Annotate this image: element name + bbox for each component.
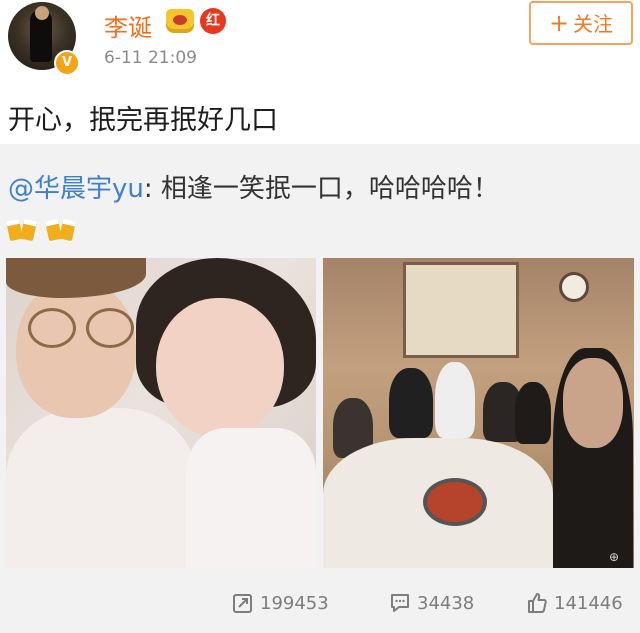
like-count: 141446 <box>554 592 623 614</box>
red-badge-icon: 红 <box>200 8 226 34</box>
diner <box>515 382 551 444</box>
thumbs-up-icon <box>528 593 547 613</box>
glasses-right-lens <box>86 308 134 348</box>
comment-count: 34438 <box>417 592 475 614</box>
beer-cheers-icon <box>6 212 38 242</box>
repost-text: @华晨宇yu: 相逢一笑抿一口，哈哈哈哈！ <box>8 168 499 205</box>
repost-body: : 相逢一笑抿一口，哈哈哈哈！ <box>143 174 499 204</box>
photo-man-face <box>563 358 623 448</box>
repost-button[interactable]: 199453 <box>232 592 329 614</box>
verified-icon: V <box>54 50 80 76</box>
comment-icon <box>391 594 409 612</box>
emoji-row <box>6 212 79 246</box>
weibo-watermark-icon: ⊕ <box>609 550 620 564</box>
photo-wall-painting <box>403 262 519 358</box>
repost-card[interactable]: @华晨宇yu: 相逢一笑抿一口，哈哈哈哈！ ⊕ 199453 34438 141… <box>0 144 640 633</box>
photo-hair-left <box>6 258 146 298</box>
like-button[interactable]: 141446 <box>526 592 623 614</box>
post-text: 开心，抿完再抿好几口 <box>8 105 278 136</box>
action-bar: 199453 34438 141446 <box>0 588 640 624</box>
selfie-photo[interactable] <box>6 258 316 568</box>
avatar-head <box>35 6 49 20</box>
follow-button[interactable]: + 关注 <box>529 1 633 45</box>
diner <box>389 368 433 438</box>
username[interactable]: 李诞 <box>104 8 152 43</box>
dinner-photo[interactable]: ⊕ <box>323 258 634 568</box>
mention-link[interactable]: @华晨宇yu <box>8 174 144 204</box>
clock-icon <box>559 272 589 302</box>
repost-count: 199453 <box>260 592 329 614</box>
post-timestamp: 6-11 21:09 <box>104 48 197 68</box>
beer-cheers-icon <box>45 212 77 242</box>
diner <box>435 362 475 438</box>
crown-icon <box>166 9 194 33</box>
photo-shirt-right <box>186 428 316 568</box>
follow-label: 关注 <box>573 12 614 36</box>
comment-button[interactable]: 34438 <box>389 592 474 614</box>
plus-icon: + <box>548 9 570 37</box>
photo-face-right <box>156 298 284 438</box>
photo-shirt-left <box>6 408 196 568</box>
photo-face-left <box>16 278 136 418</box>
hotpot <box>423 478 487 526</box>
glasses-left-lens <box>28 308 76 348</box>
repost-icon <box>233 594 252 613</box>
